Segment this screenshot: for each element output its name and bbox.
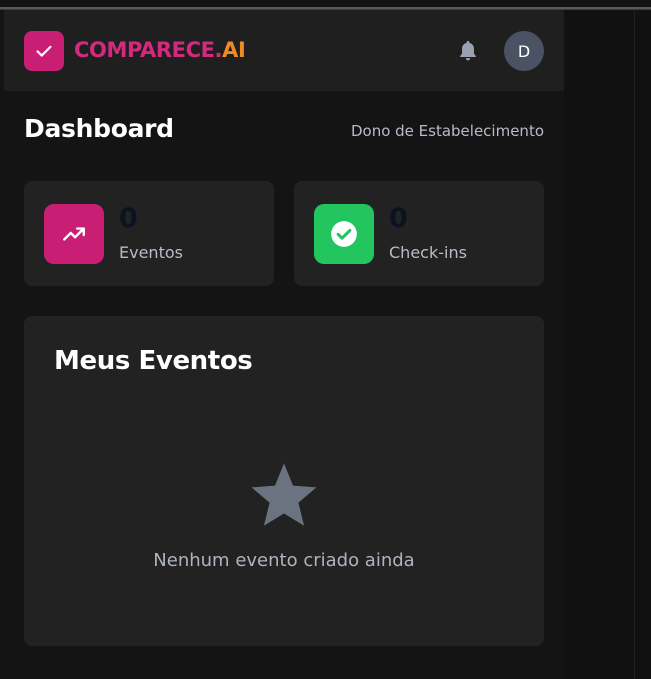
stat-card-eventos: 0 Eventos [24,181,274,286]
user-role: Dono de Estabelecimento [350,122,544,140]
stat-label: Check-ins [389,243,467,262]
stat-card-checkins: 0 Check-ins [294,181,544,286]
star-icon [248,458,320,530]
section-title: Meus Eventos [54,346,253,376]
bell-icon[interactable] [456,38,480,64]
trending-up-icon [44,204,104,264]
check-circle-icon [314,204,374,264]
empty-state-message: Nenhum evento criado ainda [153,550,415,571]
my-events-panel: Meus Eventos Nenhum evento criado ainda [24,316,544,646]
right-blank-area [564,10,651,679]
page-title: Dashboard [24,114,174,143]
logo-text[interactable]: COMPARECE.AI [74,38,246,62]
app-container: COMPARECE.AI D Dashboard Dono de Estabel… [0,10,564,679]
stat-label: Eventos [119,243,183,262]
stat-value: 0 [389,203,408,234]
top-header: COMPARECE.AI D [4,10,564,91]
stat-value: 0 [119,203,138,234]
logo-text-accent: AI [222,38,246,62]
logo-check-icon[interactable] [24,31,64,71]
window-top-border [0,0,651,10]
logo-text-main: COMPARECE. [74,38,223,62]
user-avatar[interactable]: D [504,31,544,71]
